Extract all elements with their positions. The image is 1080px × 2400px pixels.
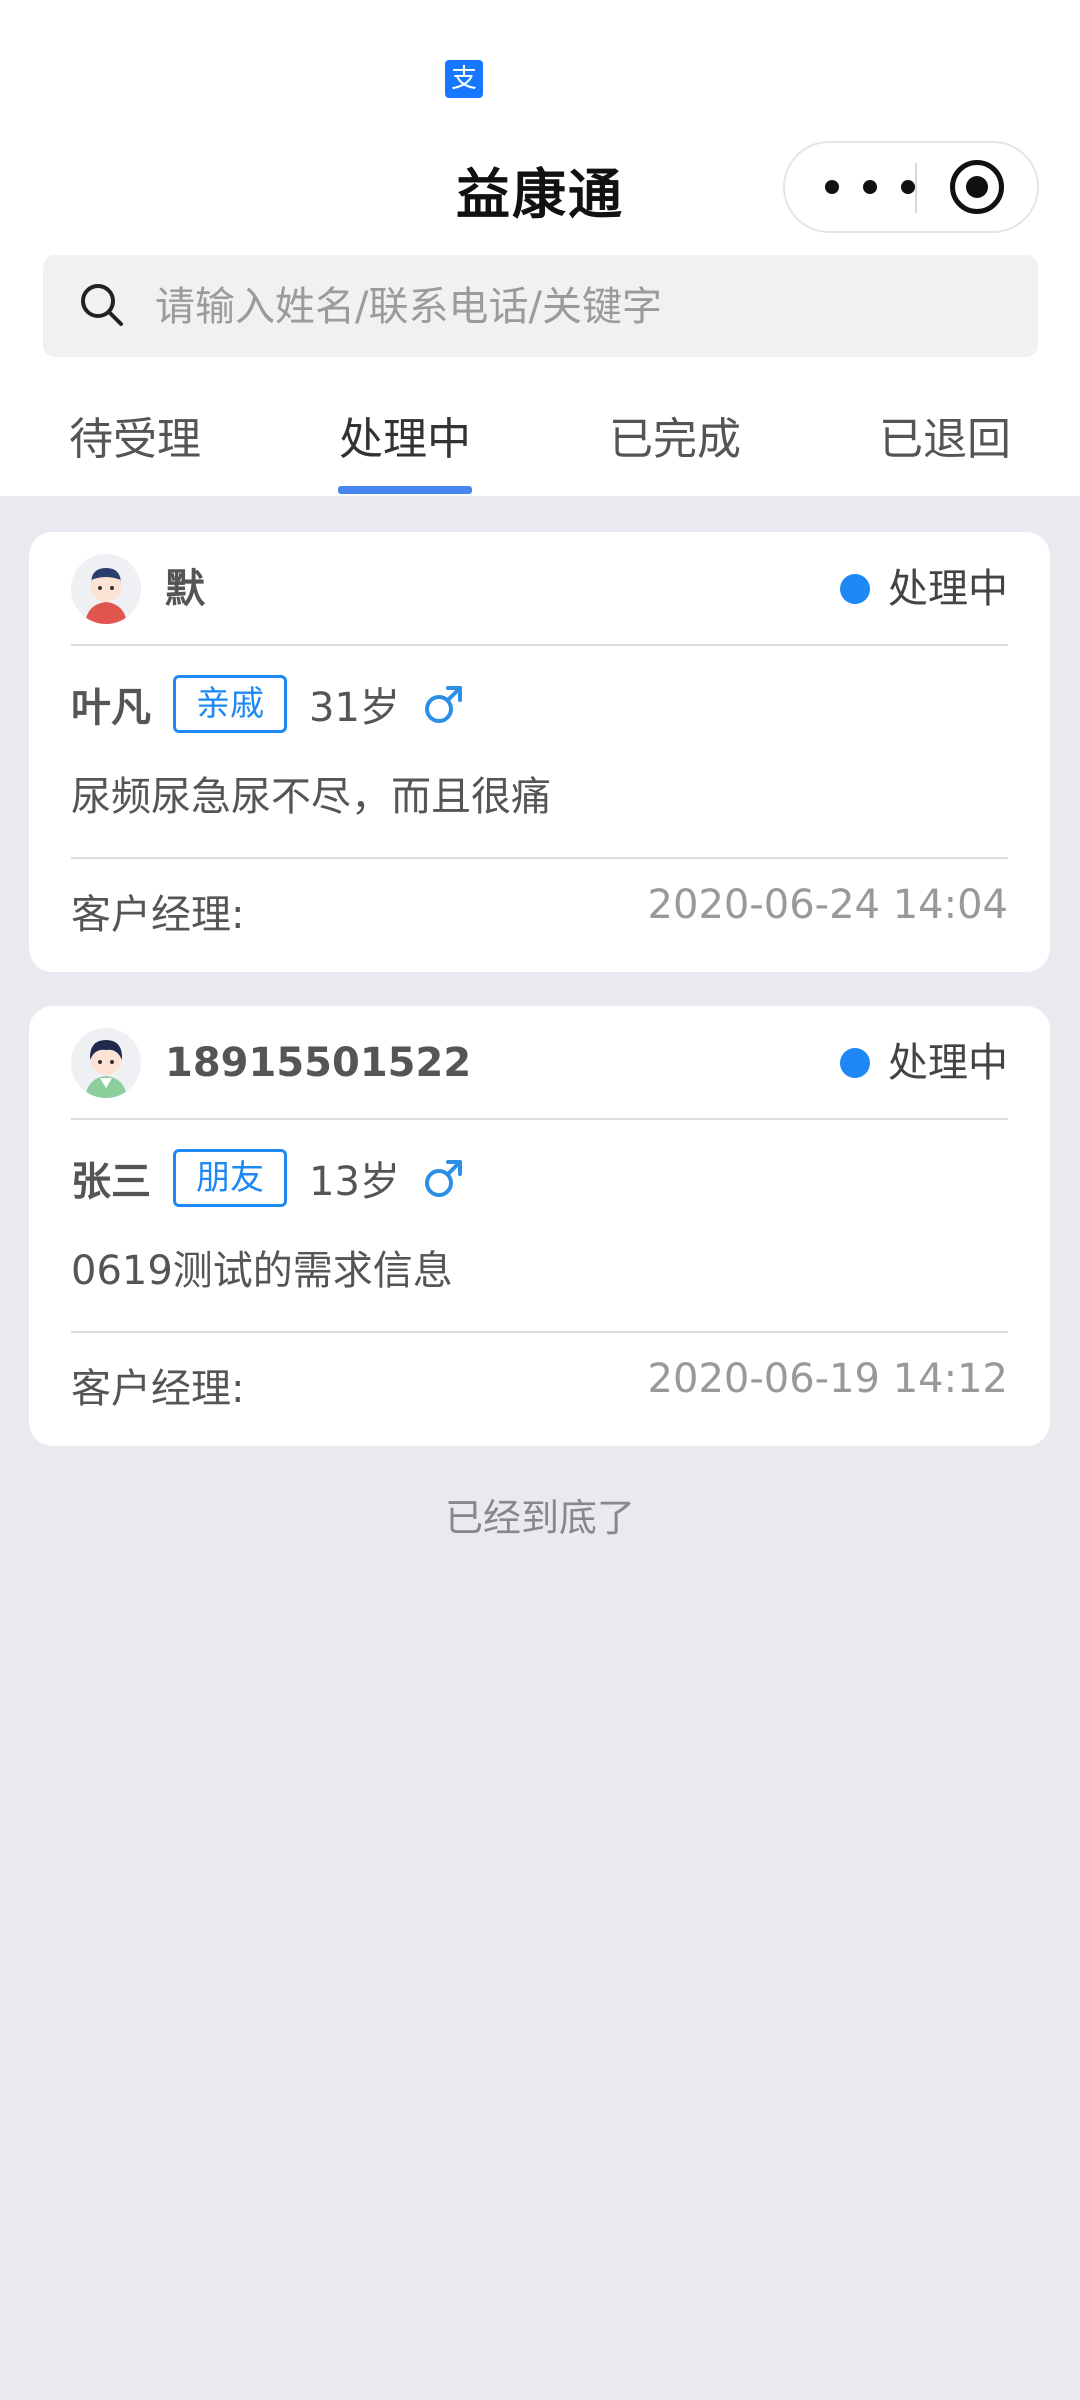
capsule-divider xyxy=(915,163,917,213)
more-options-icon[interactable] xyxy=(825,143,915,231)
status-badge: 处理中 xyxy=(840,1028,1008,1098)
request-card[interactable]: 默 处理中 叶凡 亲戚 31岁 尿频尿急尿不尽，而且很痛 客户经理: 2020-… xyxy=(29,532,1050,972)
patient-age: 13岁 xyxy=(309,1159,400,1205)
active-tab-indicator xyxy=(338,486,472,494)
end-of-list-text: 已经到底了 xyxy=(444,1496,635,1540)
relation-tag: 亲戚 xyxy=(173,675,287,733)
status-tabs: 待受理 处理中 已完成 已退回 xyxy=(0,398,1080,496)
search-icon xyxy=(81,284,123,326)
tab-completed[interactable]: 已完成 xyxy=(540,398,810,496)
search-input[interactable] xyxy=(153,255,1017,359)
tab-pending[interactable]: 待受理 xyxy=(0,398,270,496)
patient-name: 张三 xyxy=(71,1159,151,1205)
tab-returned[interactable]: 已退回 xyxy=(810,398,1080,496)
search-bar[interactable] xyxy=(43,255,1038,359)
divider xyxy=(71,644,1008,646)
timestamp: 2020-06-24 14:04 xyxy=(647,882,1008,928)
request-description: 0619测试的需求信息 xyxy=(71,1248,453,1294)
male-icon xyxy=(424,686,462,723)
request-card[interactable]: 18915501522 处理中 张三 朋友 13岁 0619测试的需求信息 客户… xyxy=(29,1006,1050,1446)
divider xyxy=(71,1118,1008,1120)
mini-program-capsule xyxy=(783,141,1039,233)
male-icon xyxy=(424,1160,462,1197)
divider xyxy=(71,1331,1008,1333)
status-label: 处理中 xyxy=(888,566,1008,612)
alipay-icon: 支 xyxy=(445,60,483,98)
owner-phone: 18915501522 xyxy=(165,1040,472,1086)
patient-info: 叶凡 亲戚 31岁 xyxy=(71,674,466,734)
avatar xyxy=(71,1028,141,1098)
manager-label: 客户经理: xyxy=(71,892,245,938)
patient-name: 叶凡 xyxy=(71,685,151,731)
avatar xyxy=(71,554,141,624)
request-description: 尿频尿急尿不尽，而且很痛 xyxy=(71,774,551,820)
status-label: 处理中 xyxy=(888,1040,1008,1086)
status-dot-icon xyxy=(840,1048,870,1078)
owner-name: 默 xyxy=(165,566,205,612)
patient-info: 张三 朋友 13岁 xyxy=(71,1148,466,1208)
patient-age: 31岁 xyxy=(309,685,400,731)
status-badge: 处理中 xyxy=(840,554,1008,624)
divider xyxy=(71,857,1008,859)
relation-tag: 朋友 xyxy=(173,1149,287,1207)
tab-processing[interactable]: 处理中 xyxy=(270,398,540,496)
close-target-icon[interactable] xyxy=(950,160,1004,214)
status-dot-icon xyxy=(840,574,870,604)
header-area: 支 益康通 待受理 处理中 已完成 已退回 xyxy=(0,0,1080,496)
timestamp: 2020-06-19 14:12 xyxy=(647,1356,1008,1402)
manager-label: 客户经理: xyxy=(71,1366,245,1412)
